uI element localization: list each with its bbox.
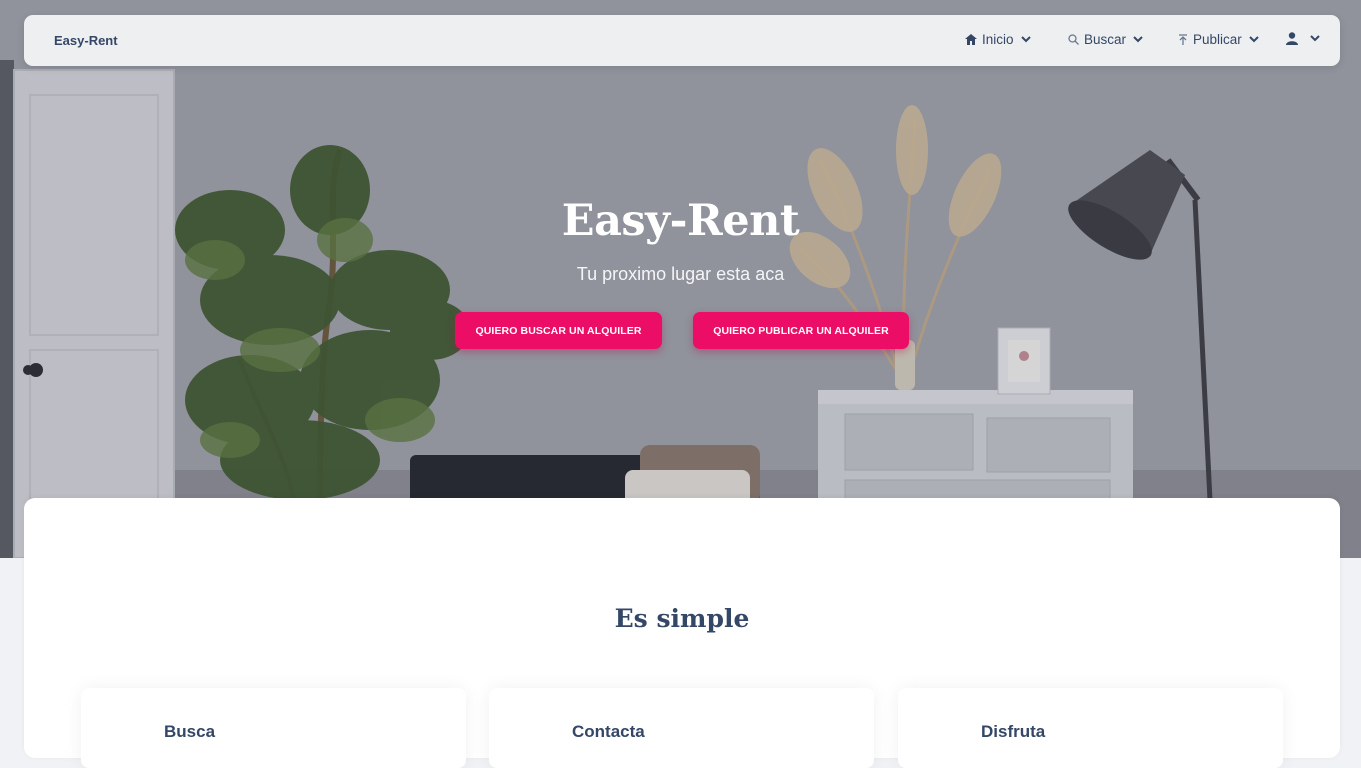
chevron-down-icon (1020, 36, 1031, 43)
nav-item-label: Inicio (982, 32, 1014, 47)
home-icon (965, 34, 977, 45)
user-icon (1286, 32, 1298, 45)
feature-card-disfruta (898, 688, 1283, 768)
nav-item-label: Buscar (1084, 32, 1127, 47)
chevron-down-icon (1310, 35, 1320, 42)
navbar-brand[interactable]: Easy-Rent (54, 33, 118, 48)
chevron-down-icon (1249, 36, 1259, 43)
nav-item-inicio[interactable]: Inicio (965, 32, 1031, 47)
top-navbar: Easy-Rent Inicio Buscar Publicar (24, 15, 1340, 66)
search-rental-button[interactable]: QUIERO BUSCAR UN ALQUILER (455, 312, 662, 349)
search-icon (1068, 34, 1079, 45)
hero-subtitle: Tu proximo lugar esta aca (576, 264, 785, 284)
upload-icon (1178, 33, 1188, 46)
feature-title-contacta: Contacta (572, 722, 645, 741)
publish-rental-button[interactable]: QUIERO PUBLICAR UN ALQUILER (693, 312, 909, 349)
feature-card-busca (81, 688, 466, 768)
nav-item-publicar[interactable]: Publicar (1178, 32, 1259, 47)
feature-title-busca: Busca (164, 722, 216, 741)
chevron-down-icon (1133, 36, 1143, 43)
feature-title-disfruta: Disfruta (981, 722, 1046, 741)
feature-card-contacta (489, 688, 874, 768)
nav-item-label: Publicar (1193, 32, 1242, 47)
nav-item-user[interactable] (1286, 32, 1320, 45)
section-title: Es simple (614, 604, 750, 633)
nav-item-buscar[interactable]: Buscar (1068, 32, 1143, 47)
hero-title: Easy-Rent (561, 196, 800, 246)
main-content-card: Es simple Busca Contacta Disfruta (24, 498, 1340, 768)
